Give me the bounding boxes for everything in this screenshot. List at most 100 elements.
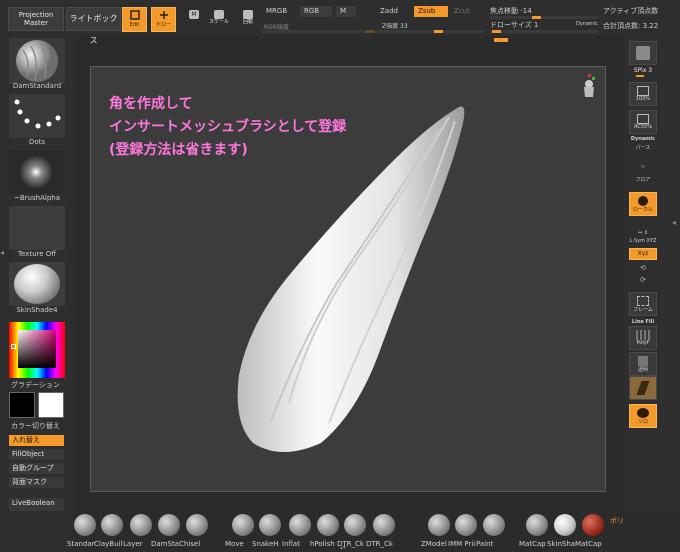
rotate-mode-button[interactable]: 回転	[238, 7, 258, 31]
spix-value: 3	[648, 67, 653, 74]
move-icon: M	[189, 10, 199, 19]
brush-name-label: DTR_Ck	[366, 540, 393, 548]
zadd-button[interactable]: Zadd	[376, 6, 402, 17]
frame-button[interactable]: フレーム	[629, 292, 657, 316]
scale-label: スケール	[208, 19, 229, 25]
draw-button[interactable]: ドロー	[151, 7, 176, 32]
rgb-button[interactable]: RGB	[300, 6, 332, 17]
fill-object-button[interactable]: FillObject	[9, 449, 64, 460]
floor-button[interactable]: フロア	[627, 176, 659, 183]
focal-shift-label: 焦点移動	[490, 7, 518, 15]
shelf-brush-14[interactable]: Paint	[476, 510, 510, 552]
spix-slider[interactable]	[636, 75, 644, 77]
brush-thumbnail-icon	[232, 514, 254, 536]
backface-mask-button[interactable]: 背面マスク	[9, 477, 64, 488]
persp-button[interactable]: パース	[627, 144, 659, 151]
zcut-button[interactable]: Zcut	[450, 6, 474, 17]
brush-name-label: Chisel	[179, 540, 201, 548]
brush-selector[interactable]	[9, 38, 65, 84]
move-mode-button[interactable]: M	[184, 7, 204, 31]
shelf-brush-5[interactable]: Chisel	[179, 510, 213, 552]
focal-shift-readout: 焦点移動 -14	[490, 6, 532, 16]
brush-name-label: Move	[225, 540, 244, 548]
transp-label: 透明	[637, 367, 648, 373]
axis-gizmo-icon[interactable]	[579, 73, 599, 99]
projection-master-button[interactable]: Projection Master	[8, 7, 64, 31]
brush-thumbnail-icon	[554, 514, 576, 536]
stroke-selector[interactable]	[9, 94, 65, 138]
secondary-color-swatch[interactable]	[38, 392, 64, 418]
solo-button[interactable]: ソロ	[629, 404, 657, 428]
shelf-brush-17[interactable]: MatCap	[575, 510, 609, 552]
shelf-brush-11[interactable]: DTR_Ck	[366, 510, 400, 552]
scale-mode-button[interactable]: スケール	[208, 7, 230, 31]
focal-shift-knob[interactable]	[532, 16, 541, 19]
brush-thumbnail-icon	[483, 514, 505, 536]
left-tray-collapse-icon[interactable]: ◂	[0, 248, 6, 262]
material-sphere-icon	[14, 264, 60, 304]
rgb-intensity-knob[interactable]	[366, 30, 375, 33]
right-tray: SPix 3 100% AC50% Dynamic パース ≡ フロア ローカル…	[624, 36, 680, 552]
ghost-button[interactable]	[629, 376, 657, 400]
m-button[interactable]: M	[336, 6, 356, 17]
dynamic-persp-toggle[interactable]: Dynamic	[627, 136, 659, 142]
dynamic-toggle[interactable]: Dynamic	[576, 21, 598, 27]
brush-name-label: ZModel	[421, 540, 447, 548]
z-intensity-label: Z強度	[382, 23, 399, 30]
local-button[interactable]: ローカル	[629, 192, 657, 216]
lsym-button[interactable]: L.Sym XYZ	[627, 238, 659, 244]
color-cursor[interactable]	[11, 344, 16, 349]
horn-sculpt-model	[237, 106, 465, 452]
color-square[interactable]	[18, 330, 56, 368]
shelf-collapse-icon[interactable]: ▴▾	[340, 544, 346, 551]
brush-name-label: Paint	[476, 540, 494, 548]
line-fill-button[interactable]: Line Fill	[627, 319, 659, 325]
actual-size-icon	[637, 114, 649, 124]
ghost-icon	[636, 381, 650, 395]
gradient-label[interactable]: グラデーション	[11, 380, 67, 390]
alpha-selector[interactable]	[9, 150, 65, 194]
brush-thumbnail-icon	[317, 514, 339, 536]
edit-button[interactable]: Edit	[122, 7, 147, 32]
z-intensity-knob[interactable]	[434, 30, 443, 33]
swap-button[interactable]: 入れ替え	[9, 435, 64, 446]
lightbox-button[interactable]: ライトボックス	[66, 7, 121, 45]
material-selector[interactable]	[9, 262, 65, 306]
zsub-button[interactable]: Zsub	[414, 6, 448, 17]
document-canvas[interactable]: 角を作成して インサートメッシュブラシとして登録 (登録方法は省きます)	[90, 66, 606, 492]
live-boolean-button[interactable]: LiveBoolean	[9, 498, 64, 511]
draw-size-marker	[494, 38, 508, 42]
brush-name-label: Layer	[123, 540, 143, 548]
left-tray: DamStandard Dots ~BrushAlpha Texture Off…	[0, 36, 74, 552]
mrgb-button[interactable]: MRGB	[262, 6, 292, 17]
draw-size-slider[interactable]	[490, 30, 598, 33]
edit-icon	[129, 10, 140, 20]
xyz-button[interactable]: Xyz	[629, 248, 657, 260]
rgb-intensity-slider[interactable]	[262, 30, 374, 33]
spix-readout[interactable]: SPix 3	[627, 67, 659, 74]
poly-label[interactable]: ポリ	[610, 516, 624, 526]
zoom-button[interactable]: 100%	[629, 82, 657, 106]
primary-color-swatch[interactable]	[9, 392, 35, 418]
scale-icon	[214, 10, 224, 19]
brush-thumbnail-icon	[344, 514, 366, 536]
bpr-button[interactable]	[629, 41, 657, 65]
z-intensity-slider[interactable]	[376, 30, 484, 33]
focal-shift-value: -14	[520, 7, 532, 15]
brush-name-label: SkinSha	[547, 540, 576, 548]
brush-name-label: hPolish	[310, 540, 335, 548]
rotate-z-icon[interactable]: ⟳	[627, 276, 659, 284]
transp-button[interactable]: 透明	[629, 352, 657, 376]
switch-color-button[interactable]: カラー切り替え	[11, 421, 67, 431]
draw-size-knob[interactable]	[492, 30, 501, 33]
actual-size-button[interactable]: AC50%	[629, 110, 657, 134]
color-picker[interactable]	[9, 322, 65, 378]
focal-shift-slider[interactable]	[490, 16, 598, 19]
transp-icon	[638, 356, 648, 366]
polyf-button[interactable]: PolyF	[629, 326, 657, 350]
auto-group-button[interactable]: 自動グループ	[9, 463, 64, 474]
polyf-label: PolyF	[636, 340, 650, 346]
right-tray-collapse-icon[interactable]: ◂	[672, 218, 676, 227]
texture-selector[interactable]	[9, 206, 65, 250]
rotate-y-icon[interactable]: ⟲	[627, 264, 659, 272]
